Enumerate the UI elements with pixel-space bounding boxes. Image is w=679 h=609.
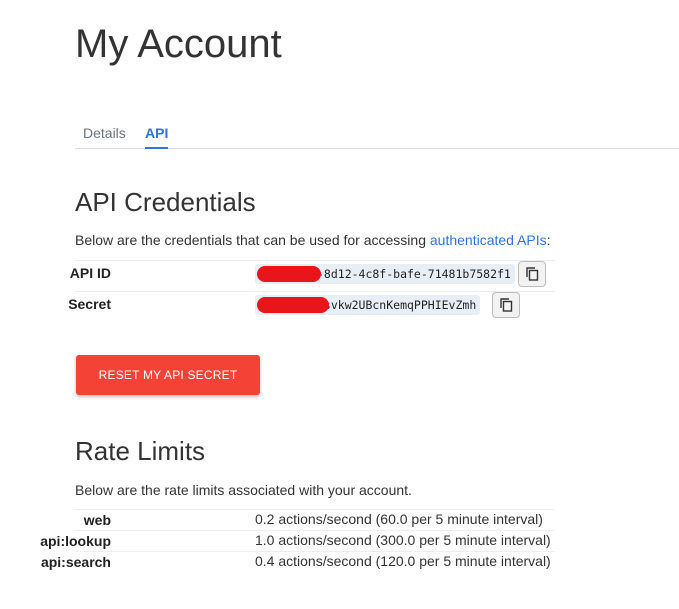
page-title: My Account: [75, 22, 282, 66]
secret-redaction-mark: [257, 297, 329, 313]
rate-limit-value: 1.0 actions/second (300.0 per 5 minute i…: [255, 532, 551, 548]
copy-api-id-button[interactable]: [518, 261, 546, 287]
credential-row-secret: Secret ksvkw2UBcnKemqPPHIEvZmh: [68, 291, 555, 322]
copy-secret-button[interactable]: [492, 292, 520, 318]
api-id-redaction-mark: [257, 266, 321, 282]
rate-limit-value: 0.4 actions/second (120.0 per 5 minute i…: [255, 553, 551, 569]
rate-limit-label: api:lookup: [40, 533, 111, 549]
description-text: Below are the credentials that can be us…: [75, 232, 430, 248]
api-credentials-description: Below are the credentials that can be us…: [75, 231, 551, 249]
description-colon: :: [546, 232, 551, 248]
api-credentials-heading: API Credentials: [75, 187, 256, 217]
api-id-label: API ID: [69, 265, 111, 281]
reset-api-secret-button[interactable]: RESET MY API SECRET: [76, 355, 260, 395]
rate-limits-description: Below are the rate limits associated wit…: [75, 482, 412, 498]
rate-limits-heading: Rate Limits: [75, 436, 206, 466]
rate-limit-label: web: [83, 512, 111, 528]
account-tabs: Details API: [75, 122, 679, 149]
copy-icon: [526, 267, 539, 281]
rate-limit-row-api-lookup: api:lookup 1.0 actions/second (300.0 per…: [40, 530, 555, 551]
rate-limit-label: api:search: [40, 554, 111, 570]
copy-icon: [500, 298, 513, 312]
tab-api[interactable]: API: [145, 122, 169, 149]
authenticated-apis-link[interactable]: authenticated APIs: [430, 232, 547, 248]
rate-limit-value: 0.2 actions/second (60.0 per 5 minute in…: [255, 511, 543, 527]
credential-row-api-id: API ID -8d12-4c8f-bafe-71481b7582f1: [70, 260, 555, 291]
rate-limit-row-api-search: api:search 0.4 actions/second (120.0 per…: [41, 551, 555, 572]
secret-label: Secret: [68, 296, 111, 312]
rate-limit-row-web: web 0.2 actions/second (60.0 per 5 minut…: [75, 509, 555, 530]
tab-details[interactable]: Details: [83, 122, 126, 144]
